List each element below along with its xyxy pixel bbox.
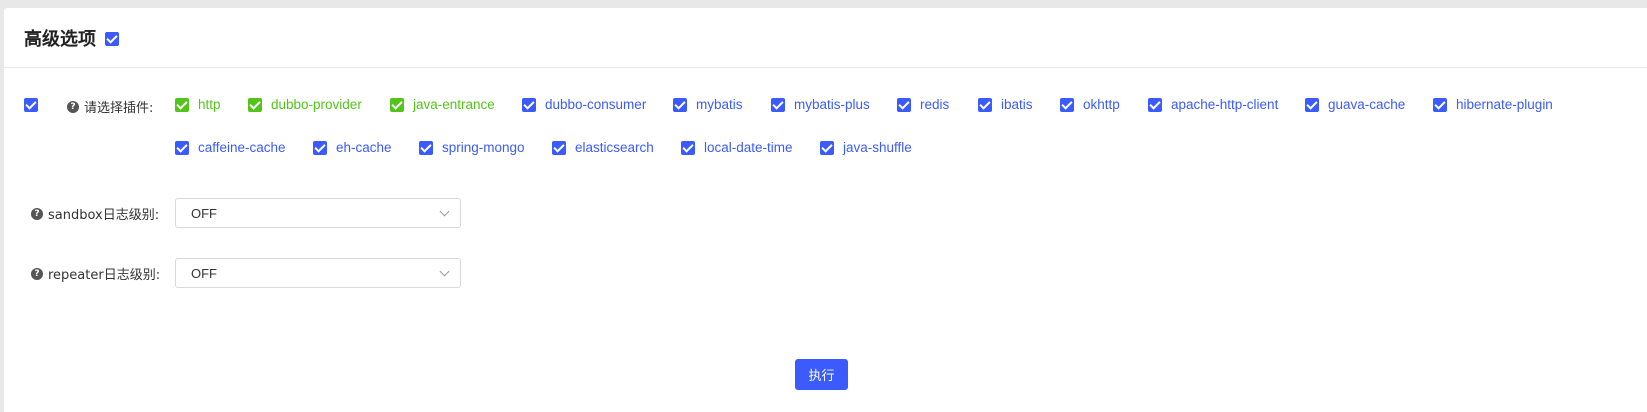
- plugin-checkbox[interactable]: [1305, 97, 1319, 112]
- plugin-label: redis: [920, 97, 950, 112]
- plugin-label: caffeine-cache: [198, 140, 286, 155]
- plugin-label: okhttp: [1083, 97, 1120, 112]
- plugin-elasticsearch[interactable]: elasticsearch: [552, 140, 654, 155]
- plugin-ibatis[interactable]: ibatis: [978, 97, 1033, 112]
- advanced-options-card: 高级选项 ? 请选择插件: http dubbo-provider java-e…: [4, 8, 1647, 348]
- plugin-okhttp[interactable]: okhttp: [1060, 97, 1120, 112]
- plugin-label: local-date-time: [704, 140, 793, 155]
- plugin-http[interactable]: http: [175, 97, 221, 112]
- plugin-checkbox[interactable]: [522, 97, 536, 112]
- plugin-mybatis-plus[interactable]: mybatis-plus: [771, 97, 870, 112]
- execute-button[interactable]: 执行: [795, 359, 848, 390]
- plugin-checkbox[interactable]: [771, 97, 785, 112]
- plugin-label: ibatis: [1001, 97, 1033, 112]
- repeater-log-label-text: repeater日志级别:: [48, 268, 161, 283]
- card-header: 高级选项: [4, 8, 1647, 68]
- plugin-java-shuffle[interactable]: java-shuffle: [820, 140, 912, 155]
- plugin-checkbox[interactable]: [1433, 97, 1447, 112]
- plugin-label: http: [198, 97, 221, 112]
- plugin-label: dubbo-consumer: [545, 97, 647, 112]
- chevron-down-icon: [439, 266, 450, 277]
- plugin-label: mybatis: [696, 97, 743, 112]
- repeater-log-level-value: OFF: [191, 265, 217, 281]
- repeater-log-level-select[interactable]: OFF: [175, 258, 461, 288]
- actions-card: 执行: [4, 341, 1647, 412]
- plugin-checkbox[interactable]: [673, 97, 687, 112]
- plugin-label: spring-mongo: [442, 140, 525, 155]
- plugin-checkbox[interactable]: [175, 140, 189, 155]
- question-circle-icon[interactable]: ?: [67, 100, 79, 113]
- plugin-label: mybatis-plus: [794, 97, 870, 112]
- plugin-label: apache-http-client: [1171, 97, 1279, 112]
- plugin-checkbox[interactable]: [248, 97, 262, 112]
- section-title: 高级选项: [24, 28, 96, 50]
- sandbox-log-label: ? sandbox日志级别:: [31, 204, 159, 223]
- plugins-label: ? 请选择插件:: [67, 97, 153, 116]
- plugin-label: java-entrance: [413, 97, 495, 112]
- select-all-plugins-checkbox[interactable]: [24, 98, 38, 112]
- plugin-label: hibernate-plugin: [1456, 97, 1553, 112]
- question-circle-icon[interactable]: ?: [31, 267, 43, 280]
- plugin-mybatis[interactable]: mybatis: [673, 97, 743, 112]
- plugin-checkbox[interactable]: [390, 97, 404, 112]
- plugin-checkbox[interactable]: [419, 140, 433, 155]
- plugin-caffeine-cache[interactable]: caffeine-cache: [175, 140, 286, 155]
- plugin-java-entrance[interactable]: java-entrance: [390, 97, 495, 112]
- plugin-local-date-time[interactable]: local-date-time: [681, 140, 793, 155]
- plugin-apache-http-client[interactable]: apache-http-client: [1148, 97, 1278, 112]
- plugin-spring-mongo[interactable]: spring-mongo: [419, 140, 525, 155]
- plugin-label: dubbo-provider: [271, 97, 362, 112]
- plugin-hibernate-plugin[interactable]: hibernate-plugin: [1433, 97, 1553, 112]
- plugin-label: elasticsearch: [575, 140, 654, 155]
- plugin-eh-cache[interactable]: eh-cache: [313, 140, 392, 155]
- plugin-dubbo-consumer[interactable]: dubbo-consumer: [522, 97, 646, 112]
- plugin-checkbox[interactable]: [1148, 97, 1162, 112]
- plugin-checkbox[interactable]: [681, 140, 695, 155]
- plugins-label-text: 请选择插件:: [84, 101, 154, 116]
- repeater-log-label: ? repeater日志级别:: [31, 264, 160, 283]
- sandbox-log-level-select[interactable]: OFF: [175, 198, 461, 228]
- plugin-guava-cache[interactable]: guava-cache: [1305, 97, 1405, 112]
- chevron-down-icon: [439, 206, 450, 217]
- plugin-checkbox[interactable]: [313, 140, 327, 155]
- plugin-label: java-shuffle: [843, 140, 912, 155]
- sandbox-log-label-text: sandbox日志级别:: [48, 208, 160, 223]
- plugin-checkbox[interactable]: [1060, 97, 1074, 112]
- plugin-dubbo-provider[interactable]: dubbo-provider: [248, 97, 362, 112]
- plugin-label: eh-cache: [336, 140, 392, 155]
- plugin-checkbox[interactable]: [820, 140, 834, 155]
- question-circle-icon[interactable]: ?: [31, 207, 43, 220]
- plugin-label: guava-cache: [1328, 97, 1406, 112]
- plugin-checkbox[interactable]: [978, 97, 992, 112]
- plugin-checkbox[interactable]: [897, 97, 911, 112]
- plugin-redis[interactable]: redis: [897, 97, 949, 112]
- sandbox-log-level-value: OFF: [191, 205, 217, 221]
- section-enable-checkbox[interactable]: [105, 31, 119, 46]
- plugin-checkbox[interactable]: [552, 140, 566, 155]
- plugin-checkbox[interactable]: [175, 97, 189, 112]
